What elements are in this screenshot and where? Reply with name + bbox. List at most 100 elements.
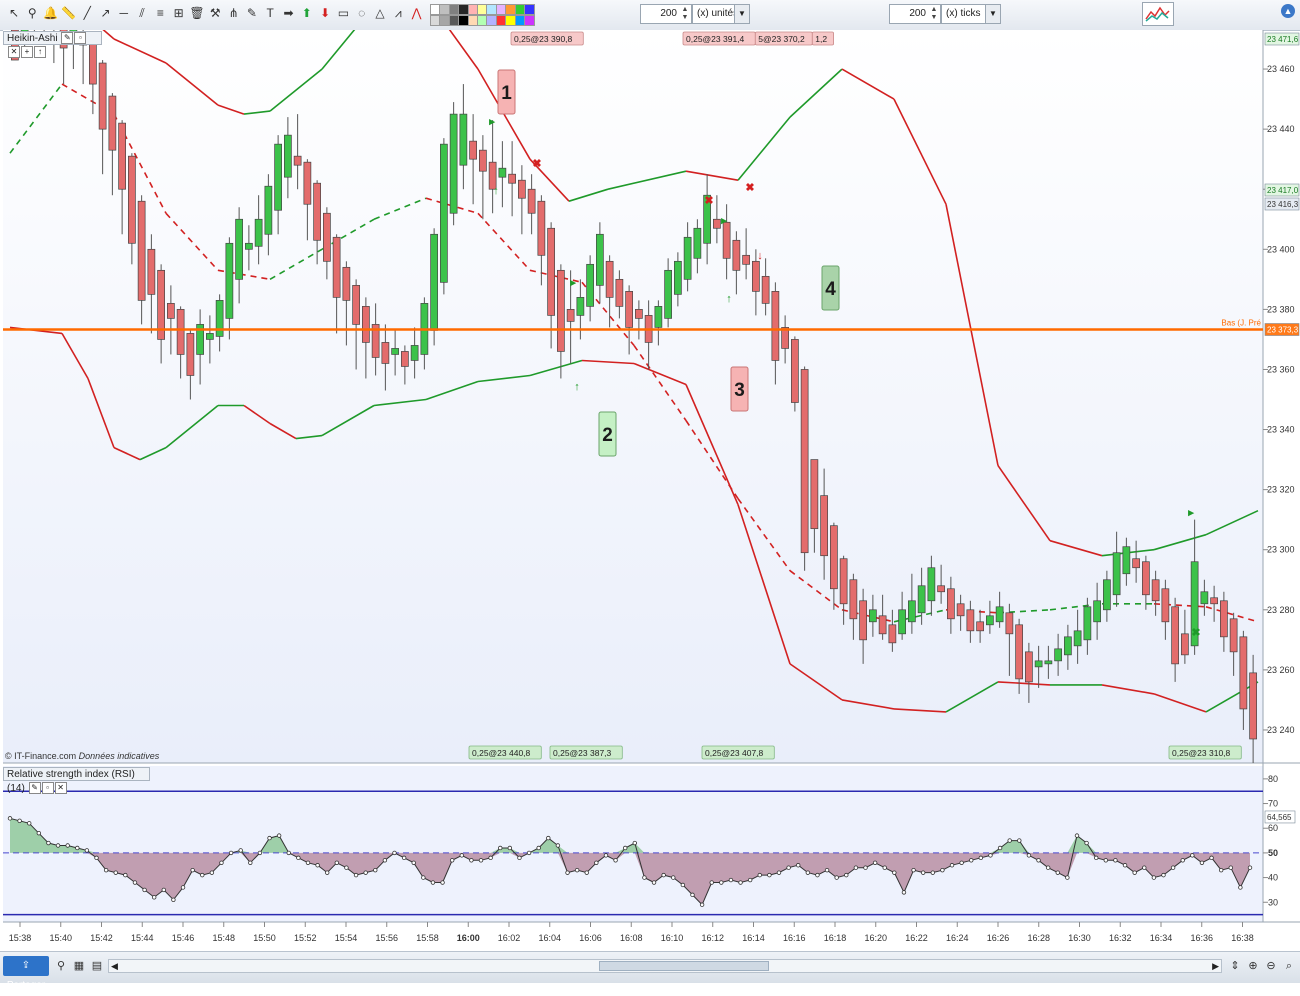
trash-icon[interactable]: 🗑 bbox=[189, 5, 205, 21]
stepper-arrows-icon[interactable]: ▲ ▼ bbox=[680, 6, 690, 22]
rsi-point bbox=[1017, 838, 1022, 843]
time-scrollbar[interactable]: ◀ ▶ bbox=[108, 959, 1222, 973]
rsi-point bbox=[113, 870, 118, 875]
pattern-icon[interactable]: ⩘ bbox=[390, 5, 406, 21]
chart-type-button[interactable] bbox=[1142, 2, 1174, 26]
grid-toggle-icon[interactable]: ▦ bbox=[72, 958, 86, 974]
stepper-arrows-icon[interactable]: ▲ ▼ bbox=[929, 6, 939, 22]
x-tick-label: 15:52 bbox=[294, 933, 317, 943]
close-icon[interactable]: ✕ bbox=[54, 782, 67, 795]
rsi-point bbox=[661, 872, 666, 878]
arrow-right-icon[interactable]: ➡ bbox=[281, 5, 297, 21]
rsi-point bbox=[401, 855, 407, 861]
candle-body bbox=[995, 606, 1004, 623]
arrow-down-icon[interactable]: ⬇ bbox=[317, 5, 333, 21]
rsi-point bbox=[459, 853, 464, 858]
candle-body bbox=[108, 95, 117, 151]
zoom-out-icon[interactable]: ⊖ bbox=[1264, 958, 1278, 974]
zigzag-icon[interactable]: ⋀ bbox=[409, 5, 425, 21]
y-tick-label: 23 460 bbox=[1267, 64, 1295, 74]
window-icon[interactable]: ▫ bbox=[41, 782, 54, 795]
rsi-point bbox=[267, 835, 272, 841]
lasso-icon[interactable]: ◌ bbox=[354, 5, 370, 21]
link-icon[interactable]: ⚲ bbox=[54, 958, 68, 974]
quantity-2-unit-select[interactable]: (x) ticks ▼ bbox=[941, 4, 1001, 24]
auto-scale-icon[interactable]: ⇕ bbox=[1228, 958, 1242, 974]
chevron-down-icon[interactable]: ▼ bbox=[734, 5, 749, 23]
candle-body bbox=[713, 218, 721, 229]
rsi-point bbox=[728, 877, 734, 883]
channel-icon[interactable]: ⫽ bbox=[134, 5, 150, 21]
add-icon[interactable]: + bbox=[21, 46, 33, 59]
window-icon[interactable]: ▫ bbox=[74, 32, 87, 45]
arrow-up-icon[interactable]: ↑ bbox=[34, 46, 46, 59]
rsi-point bbox=[7, 816, 13, 821]
rsi-point bbox=[872, 860, 878, 865]
candle-body bbox=[771, 291, 780, 361]
wrench-icon[interactable]: ✎ bbox=[61, 32, 74, 45]
disclaimer-text: Données indicatives bbox=[78, 751, 160, 761]
rectangle-icon[interactable]: ▭ bbox=[335, 5, 351, 21]
quantity-1-unit-select[interactable]: (x) unités ▼ bbox=[692, 4, 750, 24]
ruler-icon[interactable]: 📏 bbox=[61, 5, 77, 21]
rsi-point bbox=[786, 865, 791, 870]
ray-icon[interactable]: ↗ bbox=[98, 5, 114, 21]
rsi-point bbox=[65, 843, 70, 848]
scroll-thumb[interactable] bbox=[599, 961, 769, 971]
zoom-in-icon[interactable]: ⊕ bbox=[1246, 958, 1260, 974]
price-tag-mid2: 23 416,3 bbox=[1267, 200, 1299, 209]
cross-signal-icon: ✖ bbox=[745, 182, 754, 194]
rsi-point bbox=[959, 860, 964, 865]
quantity-2-stepper[interactable]: 200 ▲ ▼ bbox=[889, 4, 941, 24]
palette-swatch[interactable] bbox=[524, 15, 535, 26]
candle-body bbox=[849, 579, 858, 620]
line-icon[interactable]: ╱ bbox=[79, 5, 95, 21]
candle-body bbox=[1142, 561, 1150, 596]
scroll-left-icon[interactable]: ◀ bbox=[111, 960, 118, 972]
rsi-point bbox=[344, 865, 349, 870]
triangle-icon[interactable]: △ bbox=[372, 5, 388, 21]
close-icon[interactable]: ✕ bbox=[8, 46, 20, 59]
candle-body bbox=[323, 212, 331, 262]
x-tick-label: 15:58 bbox=[416, 933, 439, 943]
x-tick-label: 16:12 bbox=[701, 933, 724, 943]
wrench-icon[interactable]: ✎ bbox=[28, 782, 41, 795]
text-icon[interactable]: T bbox=[262, 5, 278, 21]
chevron-down-icon[interactable]: ▼ bbox=[985, 5, 1000, 23]
candle-body bbox=[498, 167, 507, 178]
magnet-icon[interactable]: ⋔ bbox=[226, 5, 242, 21]
scroll-right-icon[interactable]: ▶ bbox=[1212, 960, 1219, 972]
cursor-icon[interactable]: ↖ bbox=[6, 5, 22, 21]
rsi-point bbox=[853, 865, 859, 870]
candle-body bbox=[1132, 558, 1140, 569]
grid-icon[interactable]: ⊞ bbox=[171, 5, 187, 21]
rsi-point bbox=[1065, 875, 1070, 880]
rsi-point bbox=[738, 880, 743, 885]
rsi-point bbox=[305, 860, 311, 865]
quantity-1-stepper[interactable]: 200 ▲ ▼ bbox=[640, 4, 692, 24]
candle-body bbox=[167, 303, 175, 319]
candle-body bbox=[596, 233, 604, 286]
candle-body bbox=[527, 188, 536, 214]
candle-body bbox=[1015, 624, 1023, 680]
zoom-reset-icon[interactable]: ⌕ bbox=[1282, 958, 1296, 974]
arrow-down-signal-icon: ↓ bbox=[757, 250, 763, 262]
rsi-point bbox=[238, 848, 243, 853]
x-tick-label: 16:14 bbox=[742, 933, 765, 943]
horizontal-line-icon[interactable]: ─ bbox=[116, 5, 132, 21]
tools-icon[interactable]: ⚒ bbox=[207, 5, 223, 21]
rsi-point bbox=[334, 860, 340, 865]
layout-icon[interactable]: ▤ bbox=[90, 958, 104, 974]
share-button[interactable]: ⇪ Partager bbox=[3, 956, 49, 991]
palette-swatch[interactable] bbox=[524, 4, 535, 15]
x-tick-label: 16:06 bbox=[579, 933, 602, 943]
zoom-icon[interactable]: ⚲ bbox=[24, 5, 40, 21]
arrow-up-icon[interactable]: ⬆ bbox=[299, 5, 315, 21]
level-label: Bas (J. Pré bbox=[1221, 319, 1261, 328]
candle-body bbox=[459, 113, 468, 166]
window-up-button[interactable]: ▲ bbox=[1281, 4, 1295, 18]
cross-signal-icon: ✖ bbox=[532, 158, 541, 170]
pen-icon[interactable]: ✎ bbox=[244, 5, 260, 21]
fibonacci-icon[interactable]: ≡ bbox=[152, 5, 168, 21]
alert-icon[interactable]: 🔔 bbox=[43, 5, 59, 21]
